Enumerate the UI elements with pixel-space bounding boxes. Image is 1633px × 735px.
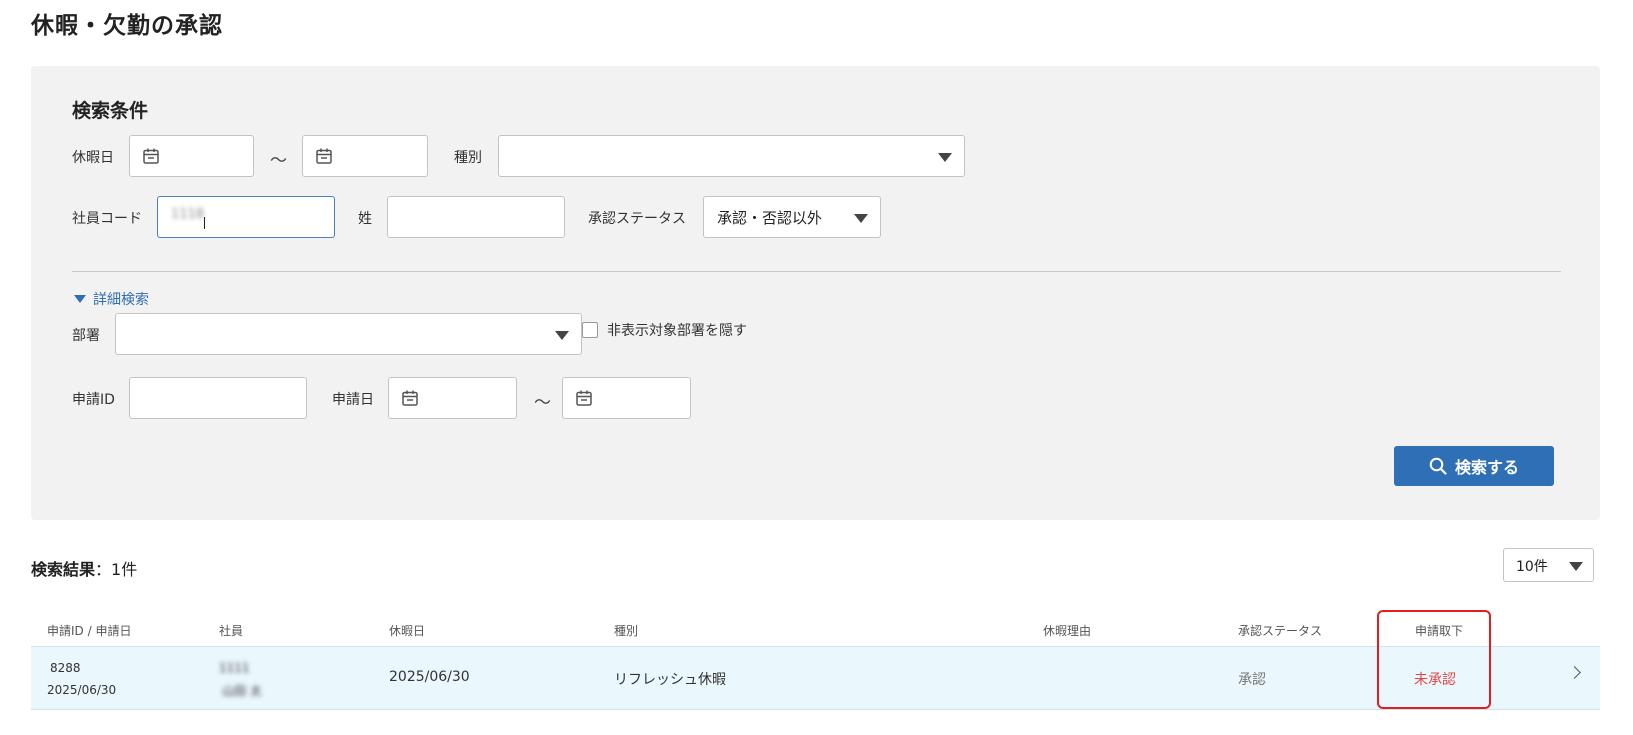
hide-department-checkbox[interactable] [582, 322, 598, 338]
divider [72, 271, 1561, 272]
row-leave-date: 2025/06/30 [389, 669, 470, 685]
column-header-leave-date: 休暇日 [389, 624, 426, 638]
calendar-icon [402, 390, 418, 406]
select-arrow-icon [555, 331, 569, 340]
approval-status-value: 承認・否認以外 [717, 209, 823, 227]
type-select[interactable] [498, 135, 965, 177]
result-count-label: 検索結果 [31, 560, 96, 579]
last-name-label: 姓 [358, 211, 372, 227]
column-header-type: 種別 [614, 624, 639, 638]
detail-search-label: 詳細検索 [93, 292, 149, 308]
row-application-id: 8288 [50, 661, 81, 675]
result-count-value: ：1件 [95, 560, 138, 579]
row-application-date: 2025/06/30 [47, 683, 117, 697]
select-arrow-icon [854, 214, 868, 223]
approval-status-label: 承認ステータス [588, 211, 686, 227]
page-title: 休暇・欠勤の承認 [31, 13, 223, 39]
select-arrow-icon [1569, 562, 1583, 571]
department-select[interactable] [115, 313, 582, 355]
search-icon [1429, 457, 1447, 475]
hide-department-label: 非表示対象部署を隠す [607, 323, 747, 339]
application-id-input[interactable] [129, 377, 307, 419]
row-type: リフレッシュ休暇 [614, 672, 726, 688]
select-arrow-icon [938, 153, 952, 162]
triangle-down-icon [74, 295, 86, 303]
panel-heading: 検索条件 [72, 100, 149, 122]
leave-date-from-input[interactable] [129, 135, 254, 177]
application-date-from-input[interactable] [388, 377, 517, 419]
detail-search-toggle[interactable]: 詳細検索 [74, 289, 149, 309]
column-header-reason: 休暇理由 [1043, 624, 1092, 638]
column-header-employee: 社員 [219, 624, 244, 638]
employee-code-value: 1118 [171, 207, 205, 222]
application-id-label: 申請ID [72, 392, 115, 408]
department-label: 部署 [72, 328, 100, 344]
column-header-application: 申請ID / 申請日 [47, 624, 132, 638]
approval-status-select[interactable]: 承認・否認以外 [703, 196, 881, 238]
employee-code-input[interactable]: 1118 [157, 196, 335, 238]
calendar-icon [143, 148, 159, 164]
search-panel: 検索条件 休暇日 ～ 種別 社員コード 1118 姓 承認ステータス 承認・否認… [31, 66, 1600, 520]
application-date-to-input[interactable] [562, 377, 691, 419]
search-button-label: 検索する [1454, 458, 1519, 477]
per-page-value: 10件 [1516, 559, 1548, 575]
row-employee-code: 1111 [219, 661, 250, 675]
per-page-select[interactable]: 10件 [1503, 548, 1594, 582]
application-date-label: 申請日 [332, 392, 374, 408]
leave-date-to-input[interactable] [302, 135, 428, 177]
type-label: 種別 [454, 150, 482, 166]
last-name-input[interactable] [387, 196, 565, 238]
application-date-range-separator: ～ [534, 393, 551, 413]
highlight-box [1377, 610, 1491, 709]
calendar-icon [316, 148, 332, 164]
table-row[interactable] [31, 646, 1600, 710]
hide-department-checkbox-wrap[interactable]: 非表示対象部署を隠す [582, 320, 747, 340]
result-count: 検索結果：1件 [31, 556, 137, 580]
calendar-icon [576, 390, 592, 406]
row-employee-name: 山田 太 [222, 684, 262, 698]
column-header-approval-status: 承認ステータス [1238, 624, 1323, 638]
leave-date-range-separator: ～ [270, 151, 287, 171]
employee-code-label: 社員コード [72, 211, 142, 227]
search-button[interactable]: 検索する [1394, 446, 1554, 486]
row-approval-status: 承認 [1238, 672, 1266, 688]
text-caret [204, 217, 205, 229]
leave-date-label: 休暇日 [72, 150, 114, 166]
